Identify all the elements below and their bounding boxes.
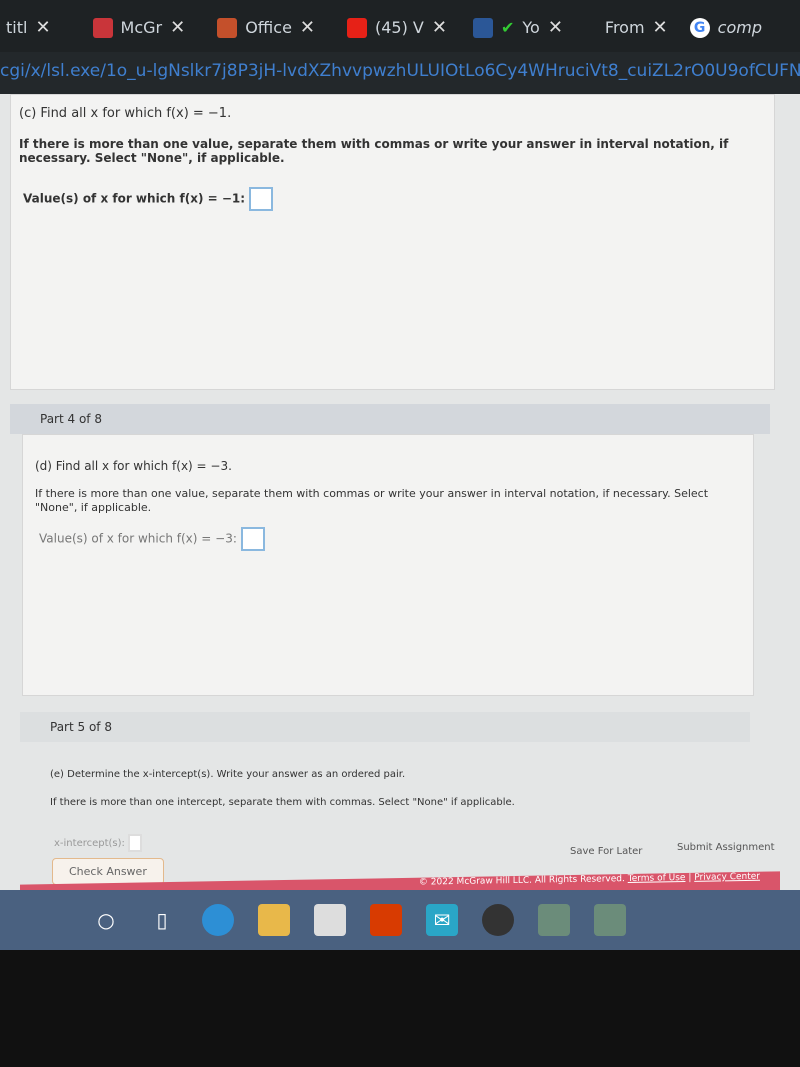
address-bar[interactable]: cgi/x/lsl.exe/1o_u-lgNslkr7j8P3jH-lvdXZh… bbox=[0, 52, 800, 94]
tab-title: comp bbox=[717, 18, 762, 37]
instructions-text: If there is more than one value, separat… bbox=[19, 137, 729, 165]
tab-title: Yo bbox=[522, 18, 540, 37]
tab-title: McGr bbox=[120, 18, 163, 37]
close-icon[interactable]: ✕ bbox=[653, 17, 668, 38]
question-text: (d) Find all x for which f(x) = −3. bbox=[35, 459, 232, 473]
answer-input[interactable] bbox=[249, 187, 274, 211]
office-icon[interactable] bbox=[370, 904, 402, 936]
question-text: (e) Determine the x-intercept(s). Write … bbox=[50, 769, 406, 780]
answer-input[interactable] bbox=[128, 834, 143, 852]
taskbar: ○ ▯ ✉ bbox=[0, 890, 800, 950]
answer-label: x-intercept(s): bbox=[54, 838, 125, 849]
assignment-page: (c) Find all x for which f(x) = −1. If t… bbox=[0, 94, 800, 894]
tab-title: titl bbox=[6, 18, 28, 37]
check-icon: ✔ bbox=[500, 18, 515, 37]
part-3-card: (c) Find all x for which f(x) = −1. If t… bbox=[10, 94, 775, 390]
close-icon[interactable]: ✕ bbox=[300, 17, 315, 38]
tab-title: Office bbox=[245, 18, 292, 37]
chrome-icon[interactable] bbox=[482, 904, 514, 936]
close-icon[interactable]: ✕ bbox=[170, 17, 185, 38]
submit-assignment-link[interactable]: Submit Assignment bbox=[677, 842, 775, 853]
privacy-center-link[interactable]: Privacy Center bbox=[694, 872, 760, 883]
mcgraw-hill-icon bbox=[92, 17, 113, 38]
tab-title: From bbox=[604, 18, 645, 37]
answer-input[interactable] bbox=[240, 527, 265, 551]
file-explorer-icon[interactable] bbox=[258, 904, 290, 936]
store-icon[interactable] bbox=[314, 904, 346, 936]
part-5-header: Part 5 of 8 bbox=[20, 712, 750, 742]
close-icon[interactable]: ✕ bbox=[432, 17, 447, 38]
browser-tab[interactable]: Gcomp bbox=[684, 8, 768, 48]
search-icon[interactable]: ○ bbox=[90, 904, 122, 936]
word-icon bbox=[472, 17, 493, 38]
check-answer-button[interactable]: Check Answer bbox=[52, 858, 164, 885]
part-4-card: (d) Find all x for which f(x) = −3. If t… bbox=[22, 434, 754, 696]
office-icon bbox=[217, 17, 238, 38]
separator: | bbox=[688, 872, 692, 883]
mail-icon[interactable]: ✉ bbox=[426, 904, 458, 936]
part-4-header: Part 4 of 8 bbox=[10, 404, 770, 434]
google-icon: G bbox=[689, 17, 710, 38]
solitaire-icon[interactable] bbox=[594, 904, 626, 936]
url-text: cgi/x/lsl.exe/1o_u-lgNslkr7j8P3jH-lvdXZh… bbox=[0, 61, 800, 81]
save-for-later-link[interactable]: Save For Later bbox=[570, 846, 642, 857]
browser-tab[interactable]: Office ✕ bbox=[211, 8, 321, 48]
browser-tab[interactable]: titl ✕ bbox=[0, 8, 57, 48]
task-view-icon[interactable]: ▯ bbox=[146, 904, 178, 936]
browser-tab-bar: titl ✕ McGr ✕ Office ✕ (45) V ✕ ✔ Yo ✕ From ✕ G… bbox=[0, 0, 800, 55]
browser-tab[interactable]: ✔ Yo ✕ bbox=[467, 8, 569, 48]
close-icon[interactable]: ✕ bbox=[35, 17, 50, 38]
answer-label: Value(s) of x for which f(x) = −1: bbox=[23, 191, 246, 206]
question-text: (c) Find all x for which f(x) = −1. bbox=[19, 106, 232, 121]
browser-tab[interactable]: From ✕ bbox=[599, 8, 674, 48]
tab-title: (45) V bbox=[375, 18, 424, 37]
instructions-text: If there is more than one value, separat… bbox=[35, 487, 709, 514]
terms-of-use-link[interactable]: Terms of Use bbox=[628, 873, 686, 884]
solitaire-icon[interactable] bbox=[538, 904, 570, 936]
youtube-icon bbox=[347, 17, 367, 38]
answer-label: Value(s) of x for which f(x) = −3: bbox=[39, 531, 237, 546]
edge-icon[interactable] bbox=[202, 904, 234, 936]
browser-tab[interactable]: (45) V ✕ bbox=[341, 8, 453, 48]
instructions-text: If there is more than one intercept, sep… bbox=[50, 797, 515, 808]
close-icon[interactable]: ✕ bbox=[548, 17, 563, 38]
browser-tab[interactable]: McGr ✕ bbox=[87, 8, 192, 48]
